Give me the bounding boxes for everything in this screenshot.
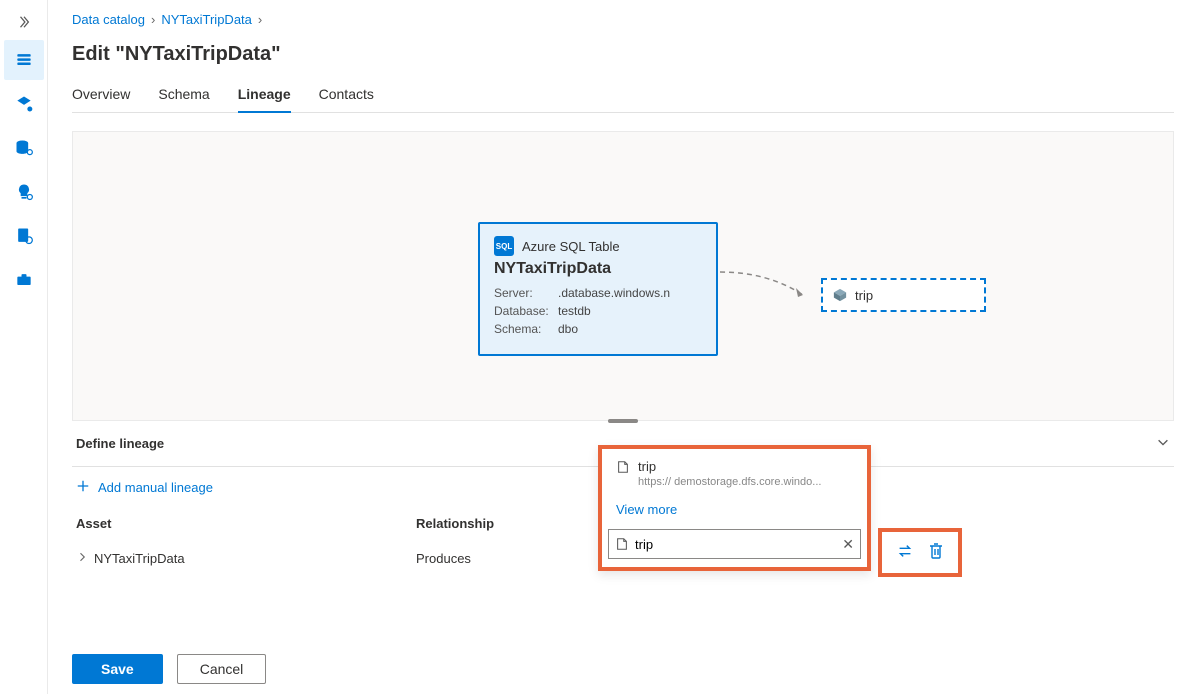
- row-asset-name: NYTaxiTripData: [94, 551, 185, 566]
- file-icon: [615, 537, 629, 551]
- left-nav-rail: [0, 0, 48, 694]
- cancel-button[interactable]: Cancel: [177, 654, 267, 684]
- database-value: testdb: [558, 304, 702, 318]
- asset-search-popup: trip https:// demostorage.dfs.core.windo…: [598, 445, 871, 571]
- chevron-down-icon[interactable]: [1156, 435, 1170, 452]
- tab-bar: Overview Schema Lineage Contacts: [72, 86, 1174, 113]
- chevron-right-icon: ›: [258, 12, 262, 27]
- define-lineage-title: Define lineage: [76, 436, 164, 451]
- clear-icon[interactable]: ✕: [842, 536, 854, 553]
- node-name: NYTaxiTripData: [494, 260, 702, 278]
- nav-database-icon[interactable]: [4, 128, 44, 168]
- add-lineage-label: Add manual lineage: [98, 480, 213, 495]
- node-type-label: Azure SQL Table: [522, 239, 620, 254]
- schema-value: dbo: [558, 322, 702, 336]
- header-asset: Asset: [76, 516, 416, 531]
- tab-contacts[interactable]: Contacts: [319, 86, 374, 112]
- nav-policy-icon[interactable]: [4, 216, 44, 256]
- server-label: Server:: [494, 286, 558, 300]
- tab-overview[interactable]: Overview: [72, 86, 130, 112]
- breadcrumb-current[interactable]: NYTaxiTripData: [161, 12, 252, 27]
- view-more-link[interactable]: View more: [602, 494, 867, 525]
- suggestion-subtitle: https:// demostorage.dfs.core.windo...: [638, 476, 853, 488]
- tab-schema[interactable]: Schema: [158, 86, 209, 112]
- plus-icon: [76, 479, 90, 496]
- target-node-label: trip: [855, 288, 873, 303]
- page-title: Edit "NYTaxiTripData": [72, 43, 1174, 66]
- row-action-icons: [878, 528, 962, 577]
- lineage-target-node[interactable]: trip: [821, 278, 986, 312]
- chevron-right-icon: ›: [151, 12, 155, 27]
- main-content: Data catalog › NYTaxiTripData › Edit "NY…: [48, 0, 1198, 694]
- schema-label: Schema:: [494, 322, 558, 336]
- cube-icon: [833, 288, 847, 302]
- sql-icon: SQL: [494, 236, 514, 256]
- nav-catalog-icon[interactable]: [4, 40, 44, 80]
- asset-search-box[interactable]: ✕: [608, 529, 861, 559]
- nav-management-icon[interactable]: [4, 260, 44, 300]
- swap-icon[interactable]: [896, 542, 914, 563]
- tab-lineage[interactable]: Lineage: [238, 86, 291, 112]
- asset-search-input[interactable]: [635, 537, 836, 552]
- footer-actions: Save Cancel: [72, 640, 1174, 684]
- delete-icon[interactable]: [928, 542, 944, 563]
- nav-insights-icon[interactable]: [4, 172, 44, 212]
- search-suggestion[interactable]: trip https:// demostorage.dfs.core.windo…: [602, 453, 867, 494]
- expand-row-icon[interactable]: [76, 551, 88, 566]
- database-label: Database:: [494, 304, 558, 318]
- save-button[interactable]: Save: [72, 654, 163, 684]
- resize-handle[interactable]: [608, 419, 638, 423]
- suggestion-title: trip: [638, 459, 656, 474]
- expand-rail-button[interactable]: [4, 8, 44, 36]
- breadcrumb: Data catalog › NYTaxiTripData ›: [72, 12, 1174, 27]
- lineage-source-node[interactable]: SQL Azure SQL Table NYTaxiTripData Serve…: [478, 222, 718, 356]
- breadcrumb-root[interactable]: Data catalog: [72, 12, 145, 27]
- nav-source-icon[interactable]: [4, 84, 44, 124]
- server-value: .database.windows.n: [558, 286, 702, 300]
- lineage-canvas[interactable]: SQL Azure SQL Table NYTaxiTripData Serve…: [72, 131, 1174, 421]
- lineage-arrow: [718, 267, 818, 307]
- file-icon: [616, 460, 630, 474]
